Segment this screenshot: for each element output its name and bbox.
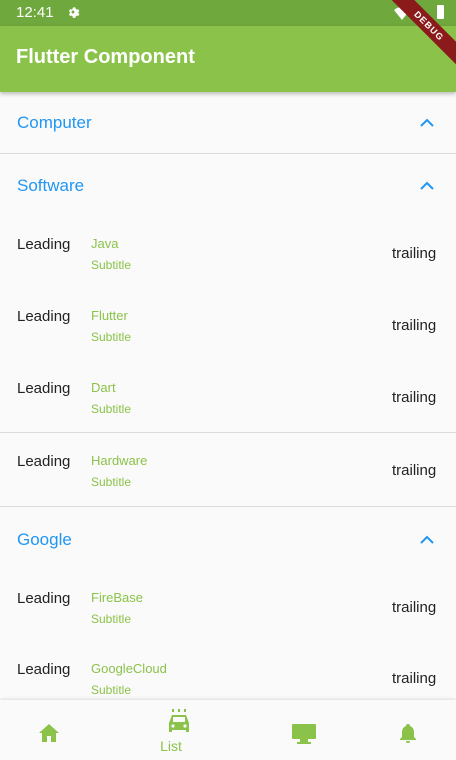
tile-title: Hardware <box>91 453 148 468</box>
home-icon <box>39 724 59 742</box>
status-time: 12:41 <box>16 4 54 21</box>
tile-title: FireBase <box>91 590 144 605</box>
list-tile-java[interactable]: Leading Java Subtitle trailing <box>0 236 456 308</box>
list-tile-flutter[interactable]: Leading Flutter Subtitle trailing <box>0 308 456 380</box>
tile-subtitle: Subtitle <box>91 330 132 344</box>
tile-subtitle: Subtitle <box>91 402 132 416</box>
tile-title: Dart <box>91 380 116 395</box>
section-label-computer: Computer <box>17 113 92 132</box>
status-bar: 12:41 <box>0 0 456 26</box>
tile-trailing: trailing <box>392 599 437 616</box>
car-icon <box>169 709 189 732</box>
nav-item-home[interactable] <box>0 700 114 760</box>
tile-trailing: trailing <box>392 462 437 479</box>
section-header-software[interactable]: Software <box>0 154 456 216</box>
divider <box>0 432 456 433</box>
tile-title: Java <box>91 236 119 251</box>
section-label-software: Software <box>17 176 85 195</box>
nav-label-list: List <box>160 738 182 754</box>
tile-trailing: trailing <box>392 245 437 262</box>
desktop-icon <box>292 724 316 744</box>
tile-leading: Leading <box>17 590 71 607</box>
nav-item-notifications[interactable] <box>342 700 456 760</box>
expansion-list[interactable]: Computer Software Leading Java Subtitle … <box>0 92 456 700</box>
tile-leading: Leading <box>17 453 71 470</box>
page-title: Flutter Component <box>16 46 195 68</box>
tile-subtitle: Subtitle <box>91 683 132 697</box>
chevron-up-icon[interactable] <box>420 181 434 190</box>
chevron-up-icon[interactable] <box>420 118 434 127</box>
nav-item-desktop[interactable] <box>228 700 342 760</box>
tile-trailing: trailing <box>392 389 437 406</box>
tile-subtitle: Subtitle <box>91 475 132 489</box>
chevron-up-icon[interactable] <box>420 535 434 544</box>
tile-leading: Leading <box>17 308 71 325</box>
tile-trailing: trailing <box>392 317 437 334</box>
bottom-navigation: List <box>0 700 456 760</box>
section-header-computer[interactable]: Computer <box>0 92 456 154</box>
tile-title: GoogleCloud <box>91 661 167 676</box>
tile-leading: Leading <box>17 236 71 253</box>
gear-icon <box>68 7 80 18</box>
bell-icon <box>400 724 416 743</box>
nav-item-list[interactable]: List <box>114 700 228 760</box>
tile-subtitle: Subtitle <box>91 258 132 272</box>
list-tile-firebase[interactable]: Leading FireBase Subtitle trailing <box>0 590 456 662</box>
list-tile-dart[interactable]: Leading Dart Subtitle trailing <box>0 380 456 452</box>
tile-leading: Leading <box>17 661 71 678</box>
section-header-google[interactable]: Google <box>0 507 456 569</box>
tile-trailing: trailing <box>392 670 437 687</box>
app-bar: Flutter Component <box>0 26 456 92</box>
list-tile-googlecloud[interactable]: Leading GoogleCloud Subtitle trailing <box>0 661 456 700</box>
tile-title: Flutter <box>91 308 128 323</box>
tile-subtitle: Subtitle <box>91 612 132 626</box>
section-label-google: Google <box>17 530 72 549</box>
tile-leading: Leading <box>17 380 71 397</box>
battery-icon <box>437 5 444 19</box>
